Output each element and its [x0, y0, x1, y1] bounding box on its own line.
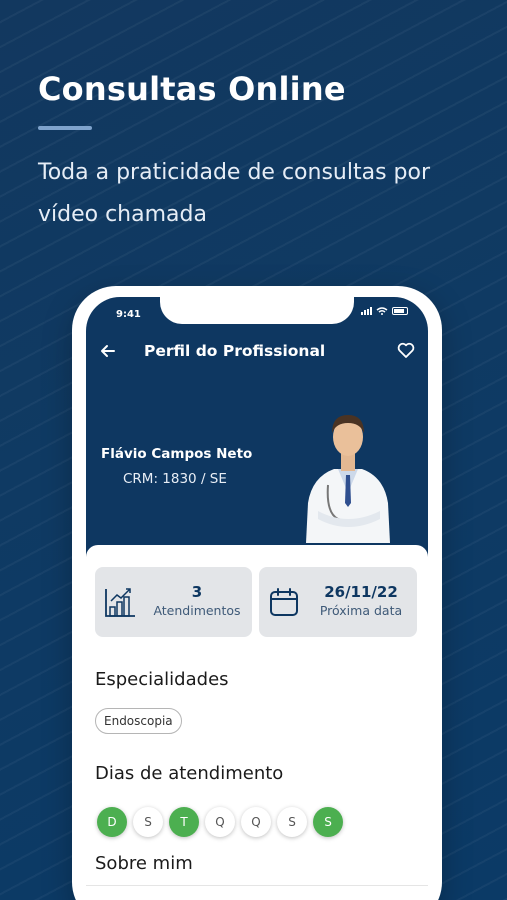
app-screen: 9:41 Perfil do Profissional Flávio Campo… — [86, 297, 428, 900]
days-row: D S T Q Q S S — [97, 807, 343, 837]
day-saturday: S — [313, 807, 343, 837]
promo-subtitle: Toda a praticidade de consultas por víde… — [38, 160, 430, 227]
day-monday: S — [133, 807, 163, 837]
heart-icon[interactable] — [396, 340, 416, 360]
specialties-list: Endoscopia — [95, 708, 182, 734]
day-friday: S — [277, 807, 307, 837]
next-date-value: 26/11/22 — [324, 583, 398, 601]
days-title: Dias de atendimento — [95, 763, 284, 784]
calendar-icon — [270, 588, 298, 616]
day-tuesday: T — [169, 807, 199, 837]
specialties-title: Especialidades — [95, 669, 229, 690]
doctor-crm: CRM: 1830 / SE — [123, 471, 227, 487]
day-sunday: D — [97, 807, 127, 837]
wifi-icon — [376, 307, 388, 315]
about-divider — [86, 885, 428, 886]
appointments-count: 3 — [191, 583, 203, 601]
stat-card-next-date: 26/11/22 Próxima data — [259, 567, 417, 637]
phone-notch — [160, 297, 354, 324]
next-date-label: Próxima data — [319, 603, 403, 618]
back-arrow-icon[interactable] — [98, 341, 118, 361]
about-title: Sobre mim — [95, 853, 193, 874]
app-header: Perfil do Profissional — [86, 337, 428, 365]
specialty-chip[interactable]: Endoscopia — [95, 708, 182, 734]
bar-chart-icon — [105, 588, 135, 617]
battery-icon — [392, 307, 408, 315]
profile-content: 3 Atendimentos 26/11/22 Próxima data Esp… — [86, 545, 428, 900]
status-time: 9:41 — [116, 309, 141, 320]
promo-title: Consultas Online — [38, 70, 346, 108]
status-icons — [361, 307, 408, 315]
day-thursday: Q — [241, 807, 271, 837]
doctor-name: Flávio Campos Neto — [101, 446, 253, 462]
appointments-label: Atendimentos — [153, 603, 241, 618]
signal-icon — [361, 307, 372, 315]
stat-card-appointments: 3 Atendimentos — [95, 567, 252, 637]
title-underline — [38, 126, 92, 130]
day-wednesday: Q — [205, 807, 235, 837]
doctor-photo — [306, 415, 390, 543]
header-title: Perfil do Profissional — [144, 342, 326, 360]
